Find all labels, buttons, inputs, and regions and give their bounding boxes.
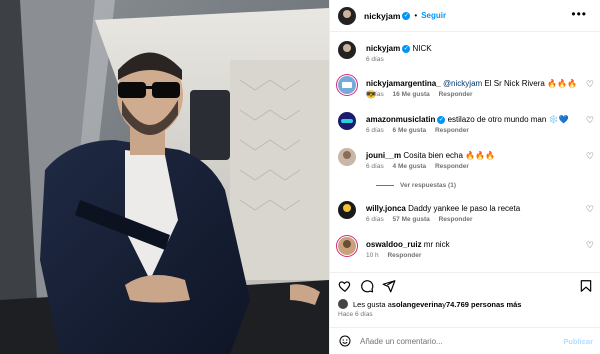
caption: nickyjam ✓ NICK 6 días <box>338 41 598 71</box>
share-icon[interactable] <box>382 279 396 293</box>
comment-time: 6 días <box>366 127 384 134</box>
comment-time: 10 h <box>366 252 379 259</box>
verified-badge-icon: ✓ <box>402 44 411 53</box>
author-avatar[interactable] <box>338 6 356 25</box>
caption-username[interactable]: nickyjam <box>366 44 400 53</box>
comment-text: mr nick <box>421 240 450 249</box>
comment-likes[interactable]: 16 Me gusta <box>393 91 430 98</box>
view-replies-button[interactable]: Ver respuestas (1) <box>376 182 456 189</box>
reply-button[interactable]: Responder <box>387 252 421 259</box>
comment-time: 6 días <box>366 163 384 170</box>
comment-row: amazonmusiclatin ✓ estilazo de otro mundo… <box>338 112 598 140</box>
post-panel: nickyjam ✓ • Seguir ••• nickyjam ✓ NICK 6… <box>329 0 600 354</box>
comment-username[interactable]: willy.jonca <box>366 204 406 213</box>
comment-username[interactable]: amazonmusiclatin <box>366 115 435 124</box>
follow-button[interactable]: Seguir <box>421 11 446 20</box>
comment-body: amazonmusiclatin ✓ estilazo de otro mundo… <box>366 114 581 125</box>
likes-summary: Les gusta a solangeverina y 74.769 perso… <box>338 299 521 309</box>
comment-text: estilazo de otro mundo man ❄️💙 <box>445 115 569 124</box>
save-bookmark-icon[interactable] <box>579 279 593 293</box>
like-heart-icon[interactable] <box>338 279 352 293</box>
like-comment-heart-icon[interactable]: ♡ <box>586 205 594 215</box>
reply-button[interactable]: Responder <box>435 163 469 170</box>
post-photo[interactable] <box>0 0 329 354</box>
comment-row: willy.jonca Daddy yankee le paso la rece… <box>338 201 598 229</box>
comment-row: nickyjamargentina_ @nickyjam El Sr Nick … <box>338 76 598 104</box>
post-header: nickyjam ✓ • Seguir ••• <box>330 0 600 32</box>
like-comment-heart-icon[interactable]: ♡ <box>586 116 594 126</box>
caption-body: nickyjam ✓ NICK <box>366 43 581 54</box>
comment-avatar[interactable] <box>338 201 356 219</box>
comment-row: oswaldoo_ruiz mr nick 10 h Responder ♡ <box>338 237 598 265</box>
comment-username[interactable]: jouni__m <box>366 151 401 160</box>
comment-likes[interactable]: 4 Me gusta <box>393 163 427 170</box>
action-bar <box>330 272 600 298</box>
comment-body: willy.jonca Daddy yankee le paso la rece… <box>366 203 581 214</box>
comment-meta: 6 días 4 Me gusta Responder <box>366 163 476 170</box>
comment-avatar[interactable] <box>338 237 356 255</box>
more-horizontal-icon[interactable]: ••• <box>571 8 587 20</box>
header-separator: • <box>414 11 418 20</box>
add-comment-bar: Publicar <box>330 327 600 354</box>
comments-list[interactable]: nickyjam ✓ NICK 6 días nickyjamargentina_… <box>330 33 600 270</box>
comment-meta: 6 días 16 Me gusta Responder <box>366 91 480 98</box>
likes-count[interactable]: 74.769 personas más <box>446 300 521 309</box>
comment-text: Daddy yankee le paso la receta <box>405 204 521 213</box>
caption-meta: 6 días <box>366 56 391 63</box>
like-comment-heart-icon[interactable]: ♡ <box>586 80 594 90</box>
comment-avatar[interactable] <box>338 112 356 130</box>
add-comment-input[interactable] <box>360 335 550 348</box>
comment-body: oswaldoo_ruiz mr nick <box>366 239 581 250</box>
comment-username[interactable]: nickyjamargentina_ <box>366 79 441 88</box>
liker-avatar[interactable] <box>338 299 348 309</box>
comment-likes[interactable]: 6 Me gusta <box>393 127 427 134</box>
comment-row: jouni__m Cosita bien echa 🔥🔥🔥 6 días 4 M… <box>338 148 598 193</box>
reply-button[interactable]: Responder <box>439 91 473 98</box>
like-comment-heart-icon[interactable]: ♡ <box>586 152 594 162</box>
comment-body: jouni__m Cosita bien echa 🔥🔥🔥 <box>366 150 581 161</box>
comment-meta: 6 días 57 Me gusta Responder <box>366 216 480 223</box>
comment-username[interactable]: oswaldoo_ruiz <box>366 240 422 249</box>
comment-icon[interactable] <box>360 279 374 293</box>
emoji-icon[interactable] <box>339 335 351 347</box>
like-comment-heart-icon[interactable]: ♡ <box>586 241 594 251</box>
comment-likes[interactable]: 57 Me gusta <box>393 216 430 223</box>
comment-avatar[interactable] <box>338 76 356 94</box>
comment-mention[interactable]: @nickyjam <box>443 79 482 88</box>
reply-button[interactable]: Responder <box>435 127 469 134</box>
caption-text: NICK <box>412 44 432 53</box>
caption-author-avatar[interactable] <box>338 41 356 59</box>
post-timestamp: Hace 6 días <box>338 311 373 318</box>
comment-time: 6 días <box>366 216 384 223</box>
post-photo-illustration <box>0 0 329 354</box>
liker-username[interactable]: solangeverina <box>392 300 442 309</box>
caption-time: 6 días <box>366 56 384 63</box>
comment-time: 6 días <box>366 91 384 98</box>
comment-meta: 6 días 6 Me gusta Responder <box>366 127 476 134</box>
likes-prefix: Les gusta a <box>353 299 392 309</box>
comment-meta: 10 h Responder <box>366 252 428 259</box>
publish-button[interactable]: Publicar <box>563 337 593 346</box>
comment-text: Cosita bien echa 🔥🔥🔥 <box>401 151 496 160</box>
comment-avatar[interactable] <box>338 148 356 166</box>
verified-badge-icon: ✓ <box>402 11 411 20</box>
reply-button[interactable]: Responder <box>439 216 473 223</box>
author-username[interactable]: nickyjam <box>364 11 400 21</box>
